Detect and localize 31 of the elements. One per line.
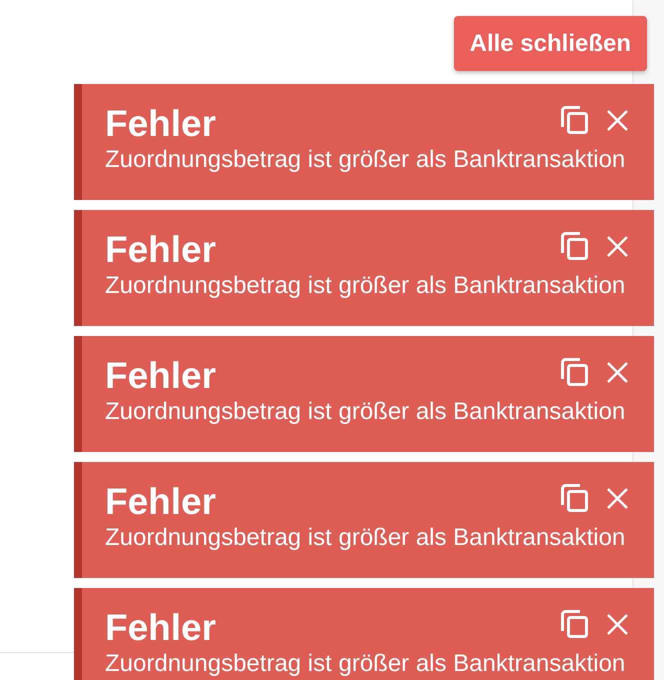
toast-title: Fehler	[105, 354, 216, 398]
close-icon	[607, 614, 628, 634]
toast-message: Zuordnungsbetrag ist größer als Banktransaktion	[105, 146, 626, 174]
copy-icon	[561, 484, 588, 512]
copy-button[interactable]	[561, 358, 588, 386]
close-button[interactable]	[607, 362, 628, 382]
close-icon	[607, 362, 628, 382]
toast-title: Fehler	[105, 606, 216, 650]
copy-button[interactable]	[561, 106, 588, 134]
close-icon	[607, 110, 628, 130]
copy-button[interactable]	[561, 610, 588, 638]
toast-message: Zuordnungsbetrag ist größer als Banktransaktion	[105, 524, 626, 552]
close-button[interactable]	[607, 110, 628, 130]
close-icon	[607, 488, 628, 508]
copy-icon	[561, 232, 588, 260]
toast-message: Zuordnungsbetrag ist größer als Banktransaktion	[105, 398, 626, 426]
toast-title: Fehler	[105, 228, 216, 272]
toast-message: Zuordnungsbetrag ist größer als Banktransaktion	[105, 650, 626, 678]
copy-icon	[561, 358, 588, 386]
copy-button[interactable]	[561, 232, 588, 260]
close-button[interactable]	[607, 614, 628, 634]
copy-icon	[561, 106, 588, 134]
close-button[interactable]	[607, 488, 628, 508]
close-button[interactable]	[607, 236, 628, 256]
toast-title: Fehler	[105, 102, 216, 146]
toast-title: Fehler	[105, 480, 216, 524]
close-icon	[607, 236, 628, 256]
copy-button[interactable]	[561, 484, 588, 512]
close-all-button[interactable]: Alle schließen	[454, 16, 647, 71]
copy-icon	[561, 610, 588, 638]
toast-message: Zuordnungsbetrag ist größer als Banktransaktion	[105, 272, 626, 300]
